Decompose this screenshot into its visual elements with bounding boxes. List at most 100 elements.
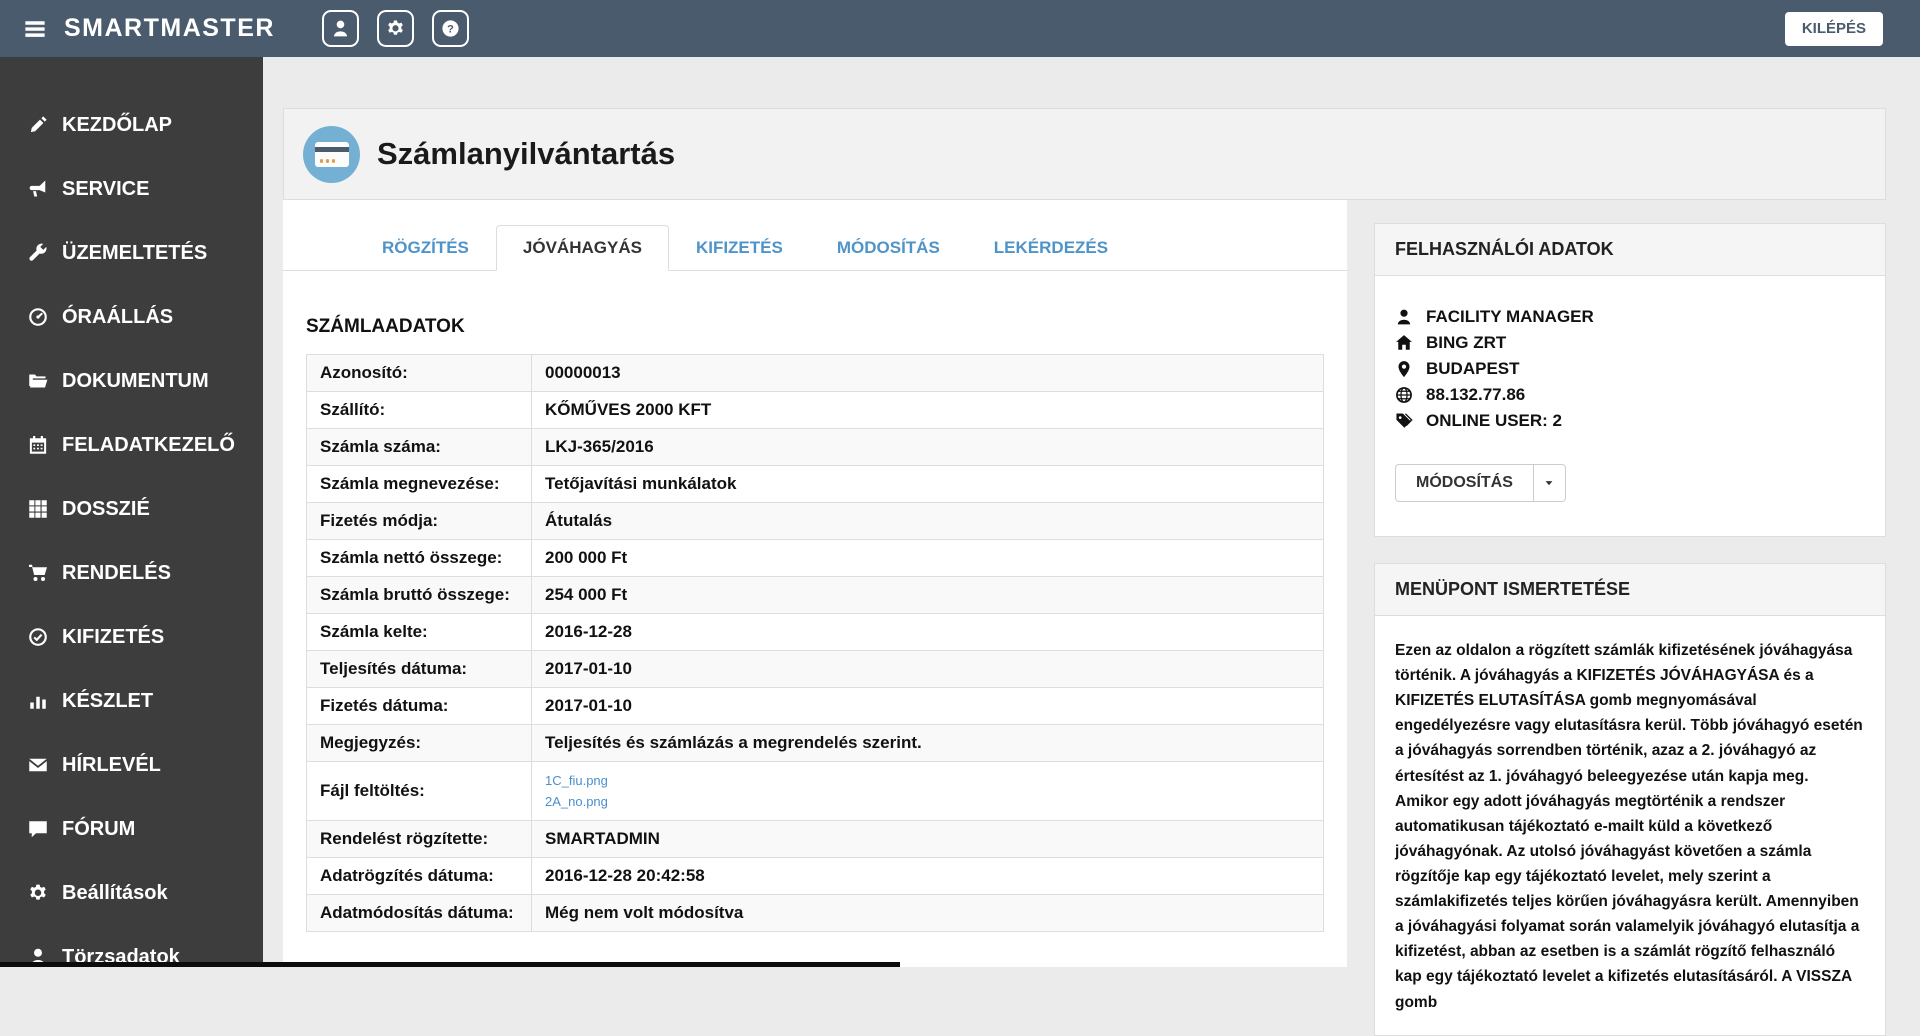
- bar-chart-icon: [28, 691, 48, 711]
- sidebar-item-label: SERVICE: [62, 178, 149, 201]
- file-link[interactable]: 2A_no.png: [545, 791, 1310, 812]
- table-row: Fizetés módja:Átutalás: [307, 503, 1324, 540]
- row-value: SMARTADMIN: [532, 821, 1324, 858]
- table-row: Számla kelte:2016-12-28: [307, 614, 1324, 651]
- row-value: 2016-12-28 20:42:58: [532, 858, 1324, 895]
- sidebar-item-dosszie[interactable]: DOSSZIÉ: [0, 477, 263, 541]
- tab-lekerdezes[interactable]: LEKÉRDEZÉS: [967, 225, 1135, 271]
- row-label: Számla kelte:: [307, 614, 532, 651]
- sidebar-item-label: FÓRUM: [62, 818, 135, 841]
- info-panel-text: Ezen az oldalon a rögzített számlák kifi…: [1395, 638, 1865, 1015]
- caret-down-icon: [1543, 477, 1555, 489]
- table-row: Számla száma:LKJ-365/2016: [307, 429, 1324, 466]
- table-row: Szállító:KŐMŰVES 2000 KFT: [307, 392, 1324, 429]
- row-value: 00000013: [532, 355, 1324, 392]
- invoice-card: RÖGZÍTÉSJÓVÁHAGYÁSKIFIZETÉSMÓDOSÍTÁSLEKÉ…: [283, 200, 1347, 967]
- row-value: Tetőjavítási munkálatok: [532, 466, 1324, 503]
- modify-button[interactable]: MÓDOSÍTÁS: [1395, 464, 1534, 502]
- sidebar-item-dokumentum[interactable]: DOKUMENTUM: [0, 349, 263, 413]
- user-icon: [1395, 308, 1413, 326]
- map-marker-icon: [1395, 360, 1413, 378]
- sidebar-item-label: HÍRLEVÉL: [62, 754, 161, 777]
- question-icon: ?: [441, 19, 460, 38]
- row-value: 200 000 Ft: [532, 540, 1324, 577]
- row-value: LKJ-365/2016: [532, 429, 1324, 466]
- tab-modositas[interactable]: MÓDOSÍTÁS: [810, 225, 967, 271]
- table-row: Számla megnevezése:Tetőjavítási munkálat…: [307, 466, 1324, 503]
- sidebar-item-keszlet[interactable]: KÉSZLET: [0, 669, 263, 733]
- row-label: Fájl feltöltés:: [307, 762, 532, 821]
- row-label: Fizetés dátuma:: [307, 688, 532, 725]
- tab-kifizetes[interactable]: KIFIZETÉS: [669, 225, 810, 271]
- profile-button[interactable]: [322, 10, 359, 47]
- user-info-item: FACILITY MANAGER: [1395, 304, 1865, 330]
- sidebar-item-label: DOKUMENTUM: [62, 370, 209, 393]
- table-row: Számla nettó összege:200 000 Ft: [307, 540, 1324, 577]
- sidebar-item-forum[interactable]: FÓRUM: [0, 797, 263, 861]
- sidebar-item-label: RENDELÉS: [62, 562, 171, 585]
- tab-bar: RÖGZÍTÉSJÓVÁHAGYÁSKIFIZETÉSMÓDOSÍTÁSLEKÉ…: [283, 225, 1347, 271]
- sidebar-item-rendeles[interactable]: RENDELÉS: [0, 541, 263, 605]
- page-title: Számlanyilvántartás: [377, 136, 675, 172]
- row-label: Számla nettó összege:: [307, 540, 532, 577]
- user-info-item: ONLINE USER: 2: [1395, 408, 1865, 434]
- user-info-item: BING ZRT: [1395, 330, 1865, 356]
- table-row: Rendelést rögzítette:SMARTADMIN: [307, 821, 1324, 858]
- comment-icon: [28, 819, 48, 839]
- table-row: Megjegyzés:Teljesítés és számlázás a meg…: [307, 725, 1324, 762]
- user-info-item: 88.132.77.86: [1395, 382, 1865, 408]
- sidebar-item-label: KEZDŐLAP: [62, 114, 172, 137]
- file-link[interactable]: 1C_fiu.png: [545, 770, 1310, 791]
- row-value: 2016-12-28: [532, 614, 1324, 651]
- modify-dropdown-toggle[interactable]: [1534, 464, 1566, 502]
- page-header: Számlanyilvántartás: [283, 108, 1886, 200]
- top-actions: ?: [322, 10, 469, 47]
- menu-toggle-icon[interactable]: [22, 18, 48, 40]
- credit-card-icon: [303, 126, 360, 183]
- help-button[interactable]: ?: [432, 10, 469, 47]
- row-value: Átutalás: [532, 503, 1324, 540]
- calendar-icon: [28, 435, 48, 455]
- row-label: Számla száma:: [307, 429, 532, 466]
- row-label: Adatrögzítés dátuma:: [307, 858, 532, 895]
- home-icon: [1395, 334, 1413, 352]
- sidebar-item-label: DOSSZIÉ: [62, 498, 150, 521]
- row-label: Fizetés módja:: [307, 503, 532, 540]
- sidebar-item-hirlevel[interactable]: HÍRLEVÉL: [0, 733, 263, 797]
- gear-icon: [386, 19, 405, 38]
- sidebar-item-label: KIFIZETÉS: [62, 626, 164, 649]
- section-title: SZÁMLAADATOK: [306, 316, 1347, 338]
- table-row: Adatrögzítés dátuma:2016-12-28 20:42:58: [307, 858, 1324, 895]
- sidebar-item-torzsadatok[interactable]: Törzsadatok: [0, 925, 263, 989]
- user-info-item: BUDAPEST: [1395, 356, 1865, 382]
- tab-rogzites[interactable]: RÖGZÍTÉS: [355, 225, 496, 271]
- sidebar-item-kifizetes[interactable]: KIFIZETÉS: [0, 605, 263, 669]
- sidebar-item-feladatkezelo[interactable]: FELADATKEZELŐ: [0, 413, 263, 477]
- sidebar-item-beallitasok[interactable]: Beállítások: [0, 861, 263, 925]
- sidebar-item-label: KÉSZLET: [62, 690, 153, 713]
- top-bar: SMARTMASTER ? KILÉPÉS: [0, 0, 1920, 57]
- sidebar-item-label: Beállítások: [62, 882, 168, 905]
- sidebar-item-oraallas[interactable]: ÓRAÁLLÁS: [0, 285, 263, 349]
- tab-jovahagyas[interactable]: JÓVÁHAGYÁS: [496, 225, 669, 271]
- row-label: Megjegyzés:: [307, 725, 532, 762]
- svg-text:?: ?: [447, 24, 454, 36]
- globe-icon: [1395, 386, 1413, 404]
- sidebar-item-kezdolap[interactable]: KEZDŐLAP: [0, 93, 263, 157]
- main-content: Számlanyilvántartás RÖGZÍTÉSJÓVÁHAGYÁSKI…: [263, 57, 1920, 967]
- cart-icon: [28, 563, 48, 583]
- user-panel-title: FELHASZNÁLÓI ADATOK: [1375, 224, 1885, 276]
- megaphone-icon: [28, 179, 48, 199]
- row-label: Teljesítés dátuma:: [307, 651, 532, 688]
- horizontal-scrollbar[interactable]: [0, 962, 900, 967]
- logout-button[interactable]: KILÉPÉS: [1785, 12, 1883, 46]
- row-value: Teljesítés és számlázás a megrendelés sz…: [532, 725, 1324, 762]
- sidebar-item-label: ÓRAÁLLÁS: [62, 306, 173, 329]
- sidebar-item-uzemeltetes[interactable]: ÜZEMELTETÉS: [0, 221, 263, 285]
- sidebar-item-service[interactable]: SERVICE: [0, 157, 263, 221]
- row-value: 1C_fiu.png2A_no.png: [532, 762, 1324, 821]
- row-label: Szállító:: [307, 392, 532, 429]
- settings-button[interactable]: [377, 10, 414, 47]
- gauge-icon: [28, 307, 48, 327]
- sidebar-item-label: FELADATKEZELŐ: [62, 434, 235, 457]
